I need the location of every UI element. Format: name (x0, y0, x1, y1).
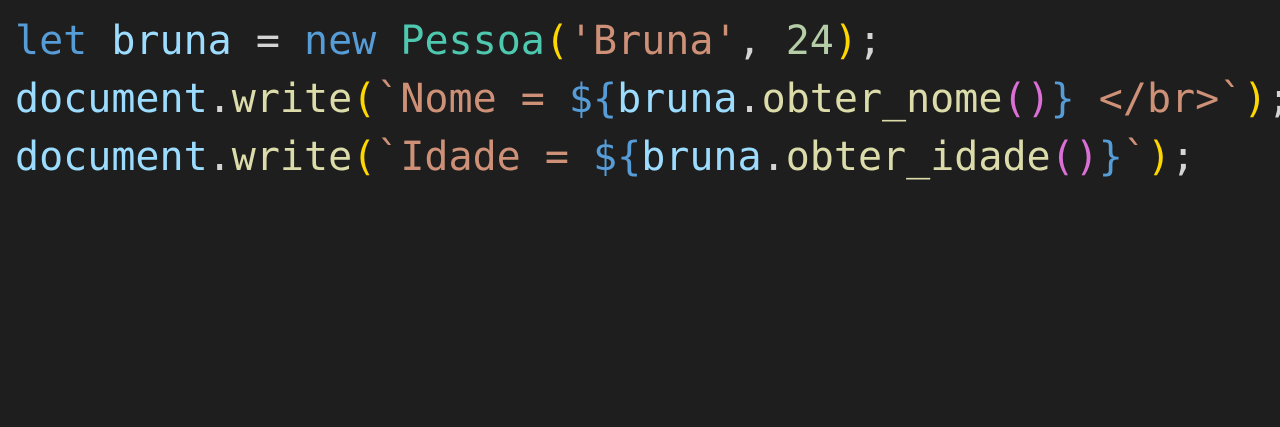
code-token: `Nome = (376, 76, 569, 122)
code-token: let (15, 18, 88, 64)
code-token: = (231, 18, 305, 64)
code-token: obter_nome (761, 76, 1003, 122)
code-token: ( (544, 18, 569, 64)
code-token: Pessoa (400, 18, 545, 64)
code-token: bruna (641, 134, 762, 180)
code-token: ) (1243, 76, 1268, 122)
code-line-2[interactable]: document.write(`Nome = ${bruna.obter_nom… (15, 70, 1280, 128)
code-token: document (15, 76, 208, 122)
code-token: ( (352, 134, 377, 180)
code-token: `Idade = (376, 134, 594, 180)
code-token: ${ (593, 134, 642, 180)
code-token: ) (833, 18, 858, 64)
code-token: () (1002, 76, 1051, 122)
code-token: bruna (617, 76, 738, 122)
code-token: 24 (785, 18, 834, 64)
code-token: . (761, 134, 786, 180)
code-token: bruna (111, 18, 232, 64)
code-token: ( (352, 76, 377, 122)
code-token: </br>` (1074, 76, 1244, 122)
code-token: write (231, 134, 353, 180)
code-token: } (1050, 76, 1075, 122)
code-token: document (15, 134, 208, 180)
code-token: } (1098, 134, 1123, 180)
code-token: ; (1267, 76, 1280, 122)
code-token: ; (1171, 134, 1196, 180)
code-line-1[interactable]: let bruna = new Pessoa('Bruna', 24); (15, 12, 1280, 70)
code-token: write (231, 76, 353, 122)
code-token: new (304, 18, 377, 64)
code-token: , (737, 18, 786, 64)
code-line-3[interactable]: document.write(`Idade = ${bruna.obter_id… (15, 128, 1280, 186)
code-token: . (207, 134, 232, 180)
code-token: () (1050, 134, 1099, 180)
code-token: ; (857, 18, 883, 64)
code-token: ) (1146, 134, 1172, 180)
code-token: 'Bruna' (568, 18, 738, 64)
code-token: obter_idade (785, 134, 1051, 180)
code-token: ` (1122, 134, 1147, 180)
code-token: ${ (568, 76, 618, 122)
code-editor[interactable]: let bruna = new Pessoa('Bruna', 24); doc… (0, 0, 1280, 427)
code-token: . (737, 76, 762, 122)
code-token: . (207, 76, 232, 122)
